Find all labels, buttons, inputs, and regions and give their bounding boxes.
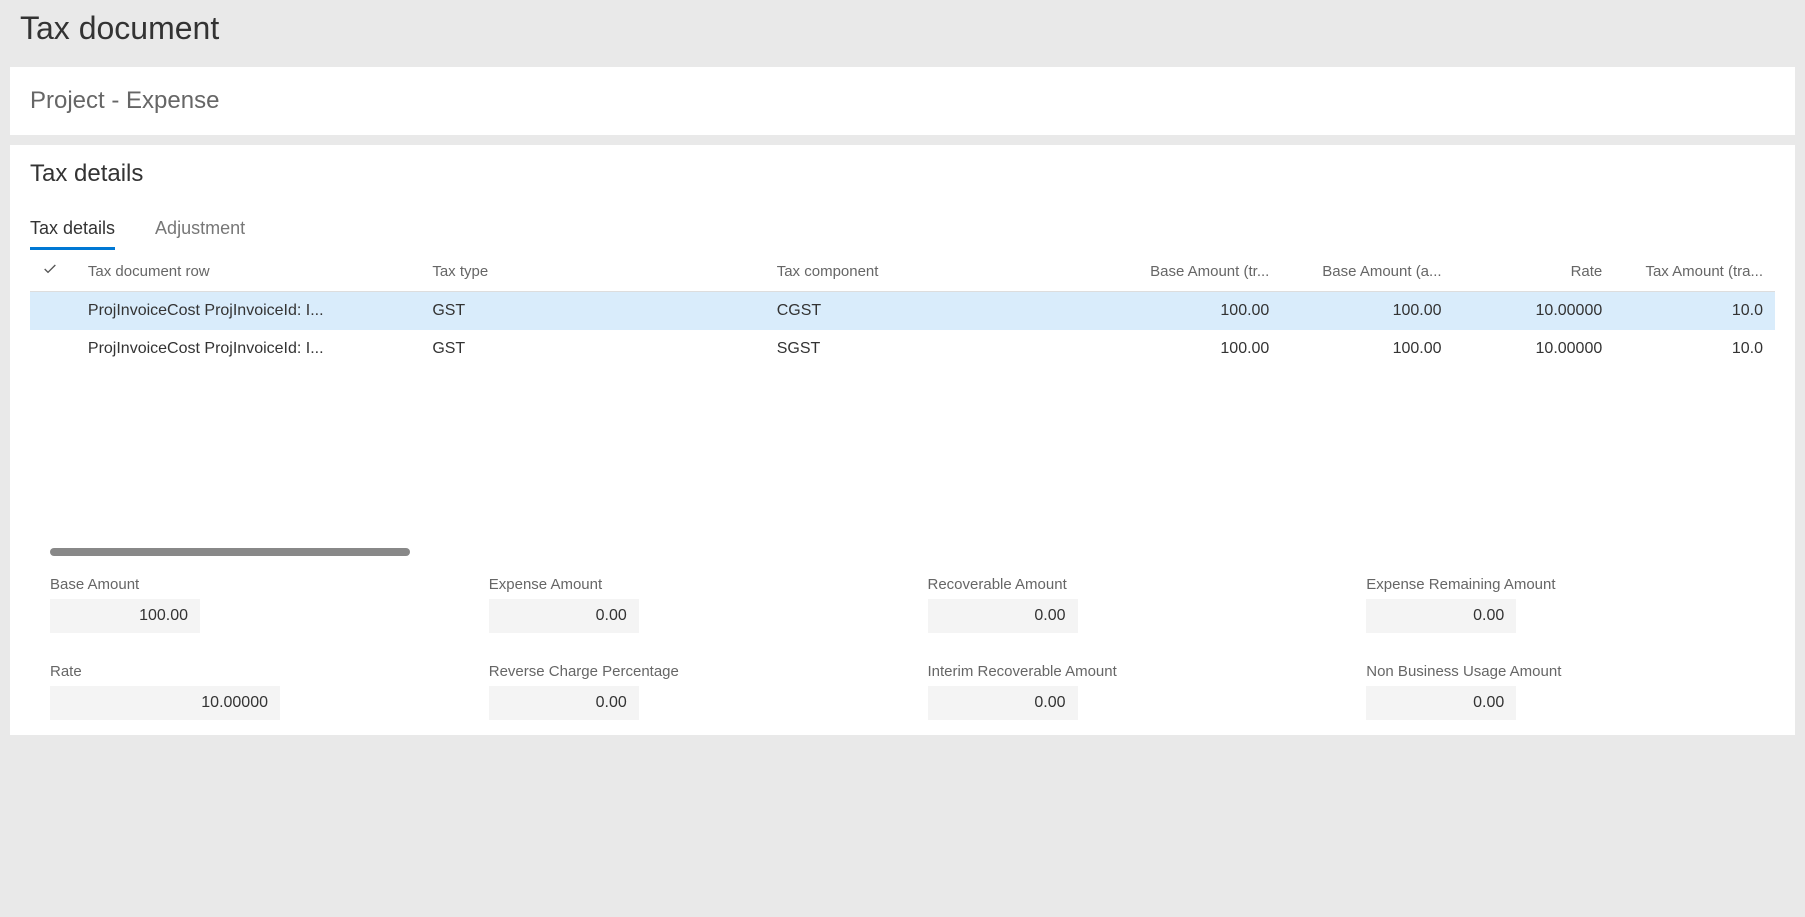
checkmark-icon bbox=[42, 264, 58, 281]
cell-tax-component: CGST bbox=[765, 292, 1109, 331]
table-row[interactable]: ProjInvoiceCost ProjInvoiceId: I... GST … bbox=[30, 292, 1775, 331]
value-base-amount[interactable]: 100.00 bbox=[50, 599, 200, 633]
label-base-amount: Base Amount bbox=[50, 576, 439, 593]
label-expense-remaining-amount: Expense Remaining Amount bbox=[1366, 576, 1755, 593]
tab-tax-details[interactable]: Tax details bbox=[30, 218, 115, 250]
column-header-tax-component[interactable]: Tax component bbox=[765, 251, 1109, 292]
label-reverse-charge-percentage: Reverse Charge Percentage bbox=[489, 663, 878, 680]
value-recoverable-amount[interactable]: 0.00 bbox=[928, 599, 1078, 633]
value-interim-recoverable-amount[interactable]: 0.00 bbox=[928, 686, 1078, 720]
scrollbar-thumb[interactable] bbox=[50, 548, 410, 556]
detail-fields: Base Amount 100.00 Expense Amount 0.00 R… bbox=[30, 576, 1775, 720]
tab-strip: Tax details Adjustment bbox=[30, 218, 1775, 251]
cell-tax-amount-tr: 10.0 bbox=[1614, 330, 1775, 368]
column-header-select[interactable] bbox=[30, 251, 76, 292]
cell-tax-amount-tr: 10.0 bbox=[1614, 292, 1775, 331]
cell-base-amount-a: 100.00 bbox=[1281, 292, 1453, 331]
table-row[interactable]: ProjInvoiceCost ProjInvoiceId: I... GST … bbox=[30, 330, 1775, 368]
cell-tax-document-row: ProjInvoiceCost ProjInvoiceId: I... bbox=[76, 330, 420, 368]
cell-rate: 10.00000 bbox=[1454, 292, 1615, 331]
page-subtitle: Project - Expense bbox=[30, 87, 1775, 115]
cell-tax-type: GST bbox=[420, 292, 764, 331]
label-expense-amount: Expense Amount bbox=[489, 576, 878, 593]
column-header-base-amount-a[interactable]: Base Amount (a... bbox=[1281, 251, 1453, 292]
column-header-base-amount-tr[interactable]: Base Amount (tr... bbox=[1109, 251, 1281, 292]
value-reverse-charge-percentage[interactable]: 0.00 bbox=[489, 686, 639, 720]
column-header-tax-amount-tr[interactable]: Tax Amount (tra... bbox=[1614, 251, 1775, 292]
label-rate: Rate bbox=[50, 663, 439, 680]
cell-tax-component: SGST bbox=[765, 330, 1109, 368]
cell-tax-document-row: ProjInvoiceCost ProjInvoiceId: I... bbox=[76, 292, 420, 331]
value-rate[interactable]: 10.00000 bbox=[50, 686, 280, 720]
tax-details-grid: Tax document row Tax type Tax component … bbox=[30, 251, 1775, 368]
section-title: Tax details bbox=[30, 160, 1775, 188]
column-header-rate[interactable]: Rate bbox=[1454, 251, 1615, 292]
tab-adjustment[interactable]: Adjustment bbox=[155, 218, 245, 250]
column-header-tax-document-row[interactable]: Tax document row bbox=[76, 251, 420, 292]
value-non-business-usage-amount[interactable]: 0.00 bbox=[1366, 686, 1516, 720]
label-recoverable-amount: Recoverable Amount bbox=[928, 576, 1317, 593]
column-header-tax-type[interactable]: Tax type bbox=[420, 251, 764, 292]
value-expense-remaining-amount[interactable]: 0.00 bbox=[1366, 599, 1516, 633]
cell-tax-type: GST bbox=[420, 330, 764, 368]
label-non-business-usage-amount: Non Business Usage Amount bbox=[1366, 663, 1755, 680]
cell-base-amount-a: 100.00 bbox=[1281, 330, 1453, 368]
cell-base-amount-tr: 100.00 bbox=[1109, 330, 1281, 368]
label-interim-recoverable-amount: Interim Recoverable Amount bbox=[928, 663, 1317, 680]
cell-base-amount-tr: 100.00 bbox=[1109, 292, 1281, 331]
cell-rate: 10.00000 bbox=[1454, 330, 1615, 368]
horizontal-scrollbar[interactable] bbox=[50, 548, 1755, 556]
page-title: Tax document bbox=[20, 10, 1785, 47]
value-expense-amount[interactable]: 0.00 bbox=[489, 599, 639, 633]
